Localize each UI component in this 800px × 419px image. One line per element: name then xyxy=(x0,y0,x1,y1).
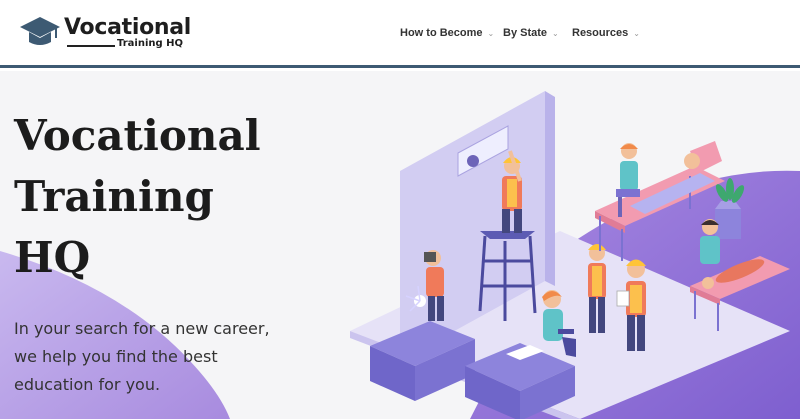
nav-how-to-become[interactable]: How to Become ⌄ xyxy=(400,27,494,39)
chevron-down-icon: ⌄ xyxy=(487,29,495,38)
hero-section: Vocational Training HQ In your search fo… xyxy=(0,71,800,419)
vocational-workers-illustration xyxy=(350,91,790,419)
hero-subtitle: In your search for a new career, we help… xyxy=(14,315,284,399)
nav-by-state[interactable]: By State ⌄ xyxy=(503,27,559,39)
nav-label: By State xyxy=(503,27,548,39)
hero-subtitle-line: In your search for a new career, xyxy=(14,319,270,338)
hero-title: Vocational Training HQ xyxy=(14,105,304,288)
hero-subtitle-line: we help you find the best xyxy=(14,347,218,366)
hero-title-line: Vocational xyxy=(14,111,261,160)
nav-label: How to Become xyxy=(400,27,483,39)
chevron-down-icon: ⌄ xyxy=(552,29,559,38)
site-logo[interactable]: Vocational Training HQ xyxy=(19,15,194,55)
nav-label: Resources xyxy=(572,27,629,39)
logo-divider xyxy=(67,45,115,47)
nav-resources[interactable]: Resources ⌄ xyxy=(572,27,640,39)
site-header: Vocational Training HQ How to Become ⌄ By… xyxy=(0,0,800,68)
hero-subtitle-line: education for you. xyxy=(14,375,161,394)
hero-title-line: Training xyxy=(14,172,214,221)
logo-wordmark: Vocational xyxy=(64,15,192,40)
chevron-down-icon: ⌄ xyxy=(633,29,640,38)
hero-title-line: HQ xyxy=(14,233,91,282)
graduation-cap-icon xyxy=(20,17,60,45)
logo-subtitle: Training HQ xyxy=(117,38,184,49)
